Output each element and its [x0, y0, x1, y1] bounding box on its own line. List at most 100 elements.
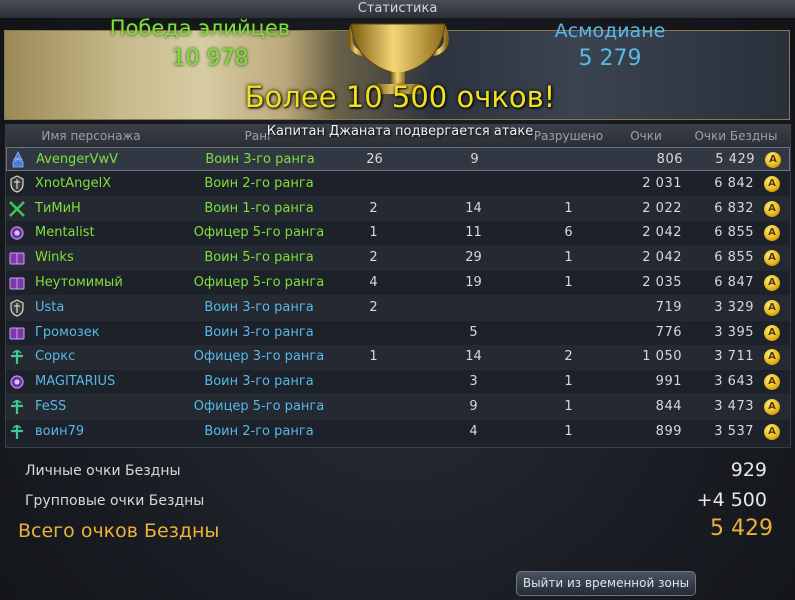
character-name: Неутомимый — [35, 275, 123, 290]
sorcerer-icon — [8, 324, 26, 342]
table-row[interactable]: Mentalist Офицер 5-го ранга 1 11 6 2 042 6 855… — [6, 221, 790, 247]
assists-value: 11 — [465, 225, 482, 241]
character-rank: Офицер 5-го ранга — [193, 275, 325, 290]
table-row[interactable]: Winks Воин 5-го ранга 2 29 1 2 042 6 855 A — [6, 246, 790, 272]
character-name: AvengerVwV — [36, 152, 119, 167]
assists-value — [426, 296, 521, 320]
spiritmaster-icon — [8, 224, 26, 242]
destroyed-value: 1 — [564, 275, 573, 290]
character-name: Соркс — [35, 349, 76, 365]
total-abyss-label: Всего очков Бездны — [18, 520, 220, 542]
table-row[interactable]: MAGITARIUS Воин 3-го ранга 3 1 991 3 643 A — [6, 370, 790, 396]
character-rank: Офицер 5-го ранга — [193, 399, 325, 414]
table-row[interactable]: Громозек Воин 3-го ранга 5 776 3 395 A — [6, 320, 790, 346]
abyss-points-value: 3 473 — [714, 399, 754, 414]
group-abyss-label: Групповые очки Бездны — [25, 493, 205, 509]
table-row[interactable]: Соркс Офицер 3-го ранга 1 14 2 1 050 3 711 A — [6, 345, 790, 371]
personal-abyss-label: Личные очки Бездны — [25, 463, 181, 479]
table-row[interactable]: ТиМиН Воин 1-го ранга 2 14 1 2 022 6 832 A — [6, 196, 790, 222]
stats-table: Имя персонажа Ранг Разрушено Очки Очки Б… — [5, 124, 791, 448]
points-value: 806 — [656, 152, 683, 167]
kills-value — [336, 395, 411, 419]
destroyed-value: 1 — [564, 423, 573, 439]
assists-value: 4 — [469, 423, 478, 439]
points-value: 2 031 — [642, 175, 682, 191]
points-value: 2 042 — [642, 250, 682, 266]
medal-icon: A — [764, 225, 780, 242]
templar-icon — [8, 299, 26, 317]
medal-icon: A — [764, 250, 780, 267]
exit-zone-button[interactable]: Выйти из временной зоны — [516, 571, 696, 596]
abyss-points-value: 6 855 — [714, 250, 754, 266]
character-rank: Воин 3-го ранга — [204, 299, 314, 315]
col-points-header[interactable]: Очки — [606, 125, 686, 147]
character-name: Mentalist — [35, 225, 95, 241]
medal-icon: A — [764, 423, 780, 440]
kills-value — [336, 172, 411, 196]
abyss-points-value: 6 855 — [714, 225, 754, 241]
assists-value: 14 — [465, 200, 482, 216]
col-name-header[interactable]: Имя персонажа — [6, 125, 176, 147]
destroyed-value: 6 — [564, 225, 573, 241]
character-name: MAGITARIUS — [35, 374, 116, 390]
character-rank: Воин 3-го ранга — [204, 324, 314, 340]
destroyed-value — [531, 296, 606, 320]
abyss-points-value: 6 832 — [714, 200, 754, 216]
group-abyss-value: +4 500 — [696, 489, 767, 511]
table-row[interactable]: воин79 Воин 2-го ранга 4 1 899 3 537 A — [6, 419, 790, 445]
abyss-points-value: 3 711 — [714, 349, 754, 365]
kills-value — [336, 370, 411, 394]
points-value: 776 — [655, 324, 682, 340]
sorcerer-icon — [8, 249, 26, 267]
destroyed-value: 1 — [564, 250, 573, 266]
destroyed-value: 2 — [564, 349, 573, 365]
assists-value: 9 — [469, 399, 478, 414]
assists-value: 19 — [465, 275, 482, 290]
templar-icon — [8, 175, 26, 193]
kills-value: 2 — [369, 200, 378, 216]
character-rank: Воин 3-го ранга — [204, 374, 314, 390]
kills-value: 4 — [369, 275, 378, 290]
score-headline: Более 10 500 очков! — [244, 80, 556, 114]
spiritmaster-icon — [8, 373, 26, 391]
medal-icon: A — [764, 275, 780, 291]
table-row[interactable]: Неутомимый Офицер 5-го ранга 4 19 1 2 035 6 84… — [6, 271, 790, 296]
total-abyss-value: 5 429 — [710, 516, 773, 541]
character-rank: Офицер 5-го ранга — [193, 225, 325, 241]
character-name: XnotAngelX — [35, 175, 112, 191]
destroyed-value — [531, 172, 606, 196]
points-value: 899 — [655, 423, 682, 439]
table-row[interactable]: Usta Воин 3-го ранга 2 719 3 329 A — [6, 295, 790, 321]
elyos-label: Победа элийцев — [109, 16, 291, 40]
points-value: 2 022 — [642, 200, 682, 216]
abyss-points-value: 6 842 — [714, 175, 754, 191]
table-row[interactable]: XnotAngelX Воин 2-го ранга 2 031 6 842 A — [6, 171, 790, 197]
table-row[interactable]: FeSS Офицер 5-го ранга 9 1 844 3 473 A — [6, 395, 790, 420]
asmodian-score: 5 279 — [578, 46, 642, 71]
assists-value: 14 — [465, 349, 482, 365]
assassin-icon — [8, 200, 26, 218]
points-value: 2 042 — [642, 225, 682, 241]
points-value: 991 — [655, 374, 682, 390]
medal-icon: A — [764, 200, 780, 217]
kills-value — [336, 321, 411, 345]
cleric-icon — [8, 423, 26, 441]
kills-value: 2 — [369, 299, 378, 315]
abyss-points-value: 5 429 — [715, 152, 755, 167]
character-name: Usta — [35, 299, 65, 315]
col-abyss-header[interactable]: Очки Бездны — [686, 125, 786, 147]
abyss-points-value: 3 643 — [714, 374, 754, 390]
assists-value: 29 — [465, 250, 482, 266]
destroyed-value: 1 — [564, 399, 573, 414]
abyss-points-value: 3 395 — [714, 324, 754, 340]
destroyed-value — [532, 148, 607, 172]
destroyed-value: 1 — [564, 374, 573, 390]
medal-icon: A — [764, 175, 780, 192]
character-rank: Воин 1-го ранга — [204, 200, 314, 216]
kills-value: 1 — [369, 349, 378, 365]
table-row[interactable]: AvengerVwV Воин 3-го ранга 26 9 806 5 429 A — [6, 147, 790, 171]
assists-value — [426, 172, 521, 196]
medal-icon: A — [764, 299, 780, 316]
elyos-score: 10 978 — [171, 46, 249, 71]
medal-icon: A — [764, 349, 780, 366]
